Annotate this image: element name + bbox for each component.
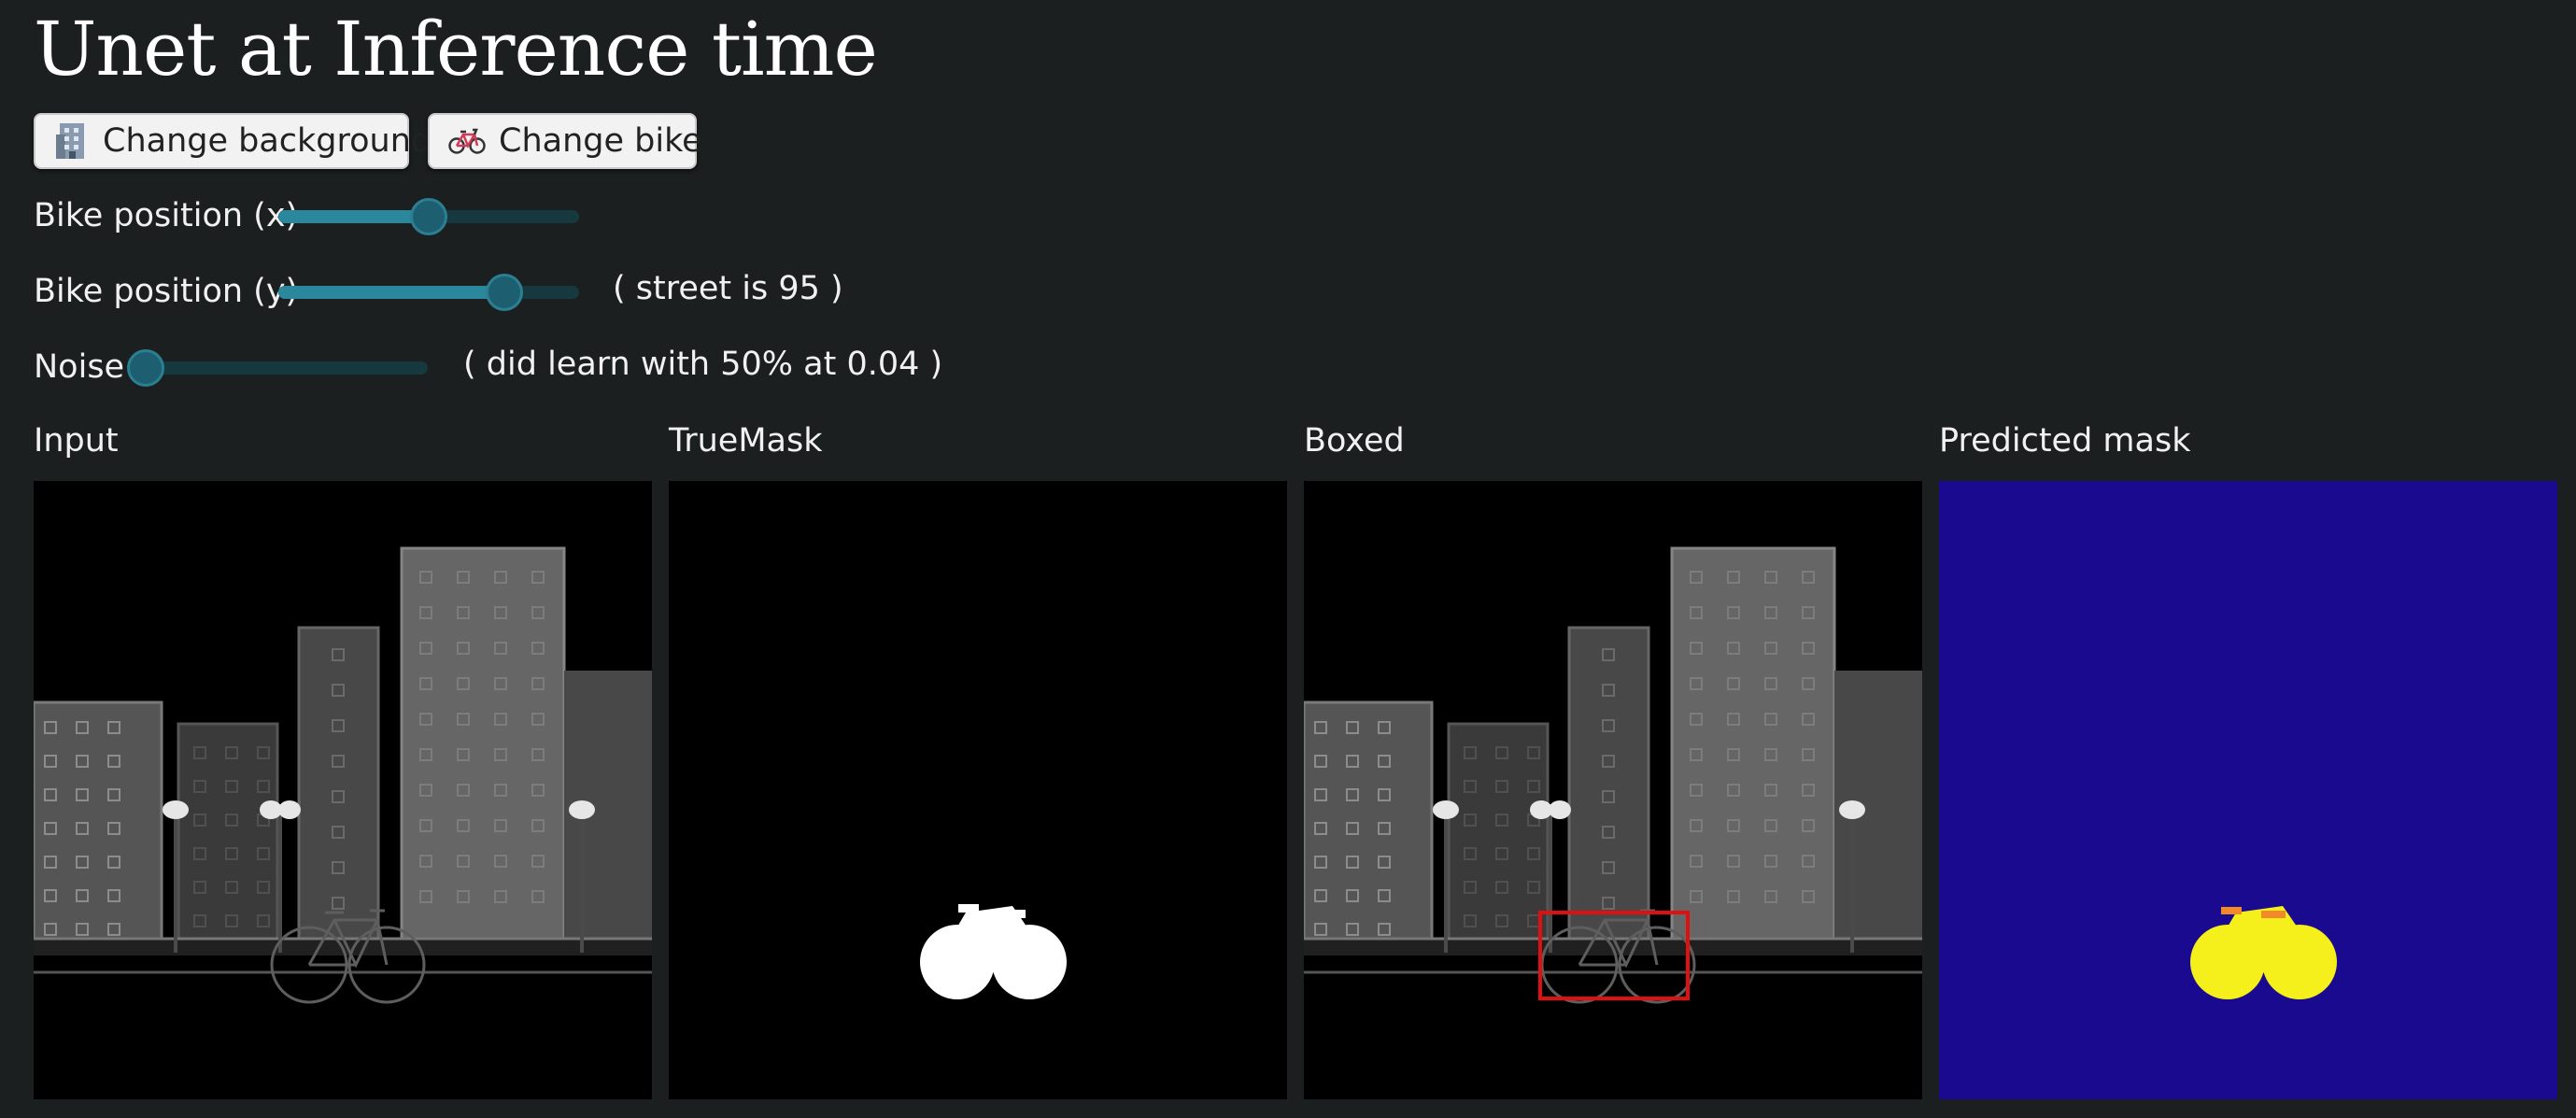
change-bike-label: Change bike: [499, 122, 702, 160]
truemask-scene: [920, 904, 1067, 999]
input-image: [34, 481, 652, 1099]
bike-x-slider[interactable]: [278, 198, 579, 235]
city-scene: [1304, 546, 1922, 1004]
truemask-image: [669, 481, 1287, 1099]
boxed-scene: [1304, 546, 1922, 1004]
boxed-image: [1304, 481, 1922, 1099]
building: [34, 701, 163, 942]
bike-x-label: Bike position (x): [34, 197, 299, 234]
building: [297, 626, 380, 942]
bike-y-slider-thumb[interactable]: [485, 274, 523, 311]
street-note: ( street is 95 ): [613, 270, 843, 307]
noise-note: ( did learn with 50% at 0.04 ): [463, 346, 943, 383]
truemask-panel-label: TrueMask: [669, 422, 823, 460]
change-background-button[interactable]: Change background: [34, 113, 432, 169]
change-background-label: Change background: [103, 122, 432, 160]
bike-x-slider-thumb[interactable]: [410, 198, 447, 235]
building: [1447, 722, 1550, 942]
noise-label: Noise: [34, 348, 125, 386]
bike-x-slider-fill: [278, 210, 429, 223]
building: [177, 722, 279, 942]
bike-y-slider[interactable]: [278, 274, 579, 311]
change-bike-button[interactable]: Change bike: [428, 113, 702, 169]
noise-slider[interactable]: [127, 349, 428, 387]
building: [1567, 626, 1650, 942]
bicycle-icon: [448, 126, 486, 156]
predicted-panel-label: Predicted mask: [1939, 422, 2191, 460]
input-scene: [34, 546, 652, 1004]
input-panel-label: Input: [34, 422, 119, 460]
predicted-scene: [1939, 481, 2557, 1099]
city-scene: [34, 546, 652, 1004]
page-title: Unet at Inference time: [34, 6, 878, 92]
building: [1304, 701, 1434, 942]
predicted-mask-image: [1939, 481, 2557, 1099]
bike-y-slider-fill: [278, 286, 504, 299]
noise-slider-thumb[interactable]: [127, 349, 164, 387]
boxed-panel-label: Boxed: [1304, 422, 1405, 460]
building-icon: [54, 121, 90, 161]
bike-y-label: Bike position (y): [34, 273, 299, 310]
